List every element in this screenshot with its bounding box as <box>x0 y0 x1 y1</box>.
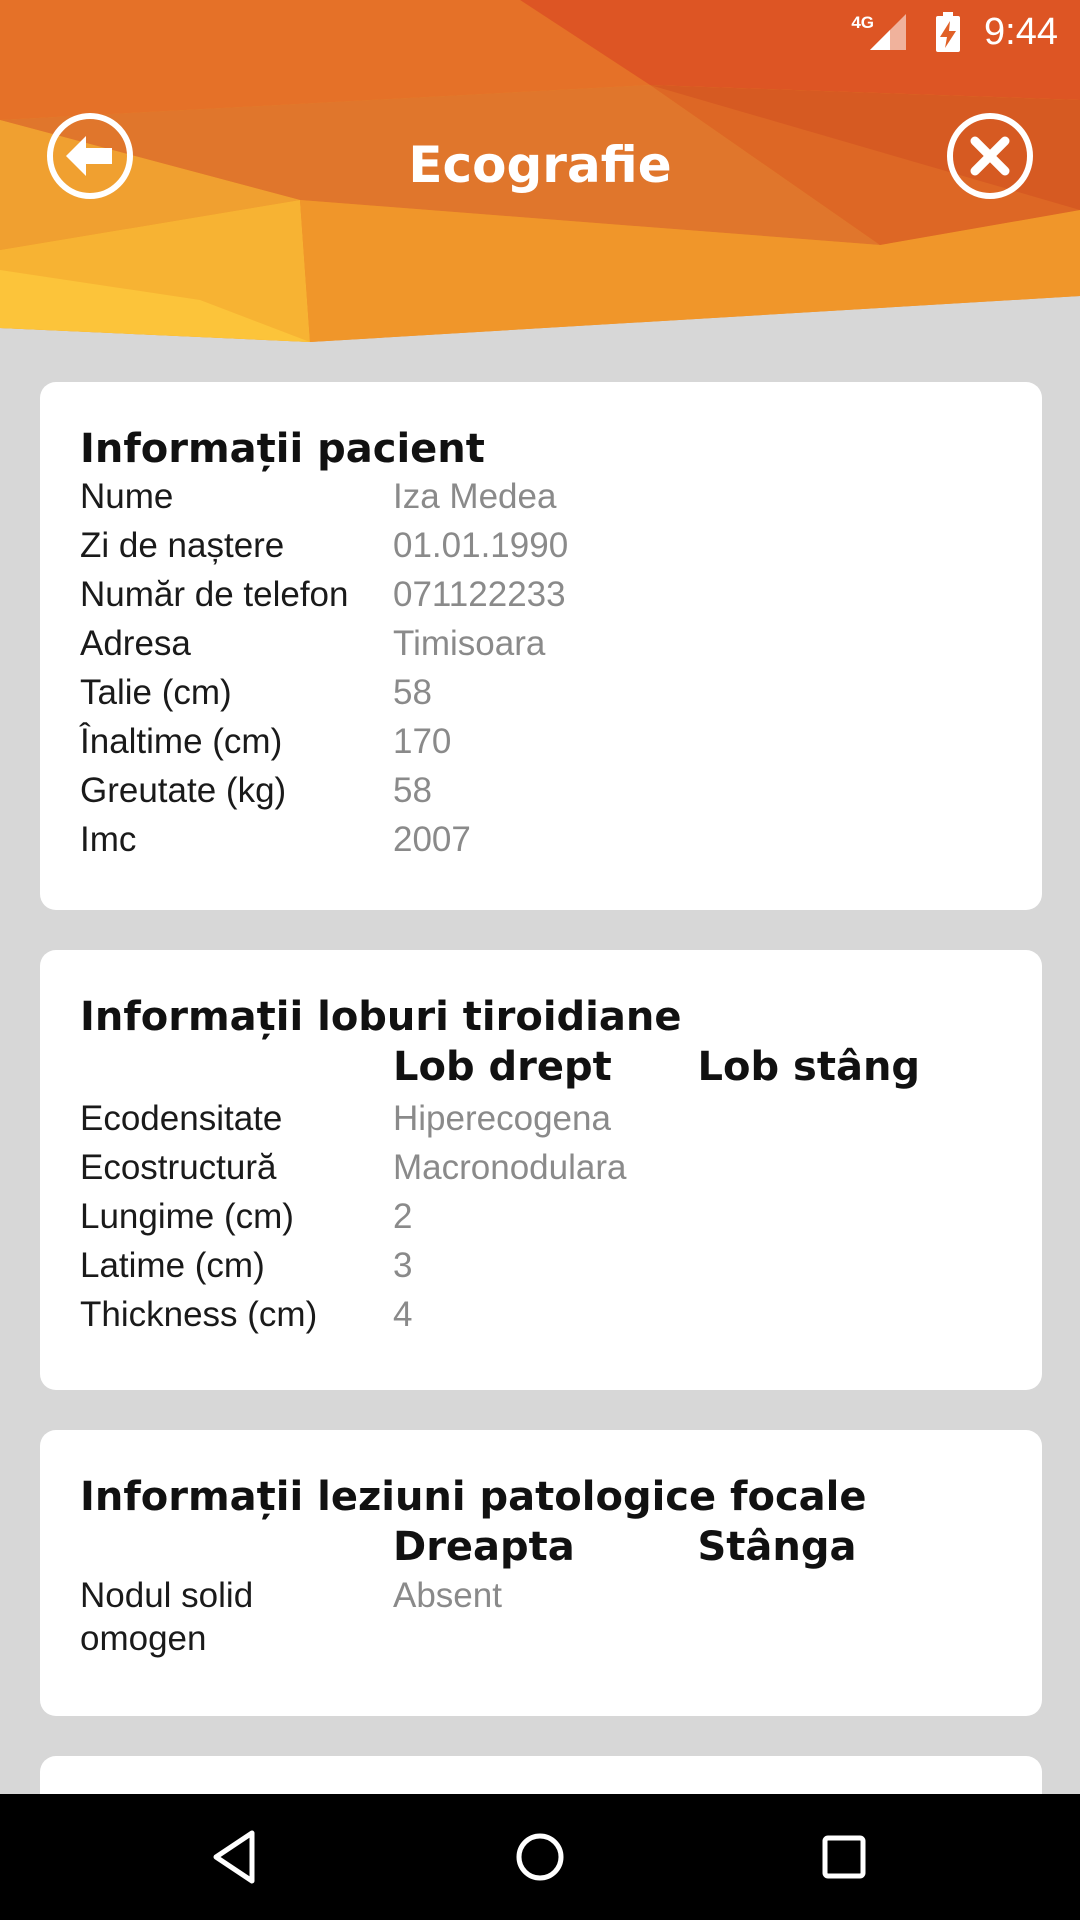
patient-row-weight: Greutate (kg) 58 <box>80 766 1002 815</box>
row-label: Nodul solid omogen <box>80 1576 254 1658</box>
lobes-row-length: Lungime (cm) 2 <box>80 1192 1002 1241</box>
nav-recents-icon[interactable] <box>814 1827 874 1887</box>
patient-row-bmi: Imc 2007 <box>80 815 1002 864</box>
patient-row-height: Înaltime (cm) 170 <box>80 717 1002 766</box>
row-value: Macronodulara <box>393 1148 627 1187</box>
lobes-column-headers: Lob drept Lob stâng <box>80 1040 1002 1094</box>
row-value: 3 <box>393 1246 413 1285</box>
lesions-info-card: Informații leziuni patologice focale Dre… <box>40 1430 1042 1716</box>
row-value: Hiperecogena <box>393 1099 611 1138</box>
row-value: 01.01.1990 <box>393 526 569 565</box>
row-value: 071122233 <box>393 575 566 614</box>
header: 4G 9:44 Ecografie <box>0 0 1080 345</box>
row-label: Adresa <box>80 624 191 663</box>
row-label: Lungime (cm) <box>80 1197 294 1236</box>
row-value: 58 <box>393 771 432 810</box>
nav-back-icon[interactable] <box>206 1827 266 1887</box>
col-right-lobe: Lob drept <box>393 1044 612 1090</box>
system-nav-bar <box>0 1794 1080 1920</box>
lesions-column-headers: Dreapta Stânga <box>80 1520 1002 1574</box>
lobes-info-card: Informații loburi tiroidiane Lob drept L… <box>40 950 1042 1390</box>
row-value: 2 <box>393 1197 413 1236</box>
row-label: Nume <box>80 477 174 516</box>
page-title: Ecografie <box>408 136 672 194</box>
row-value: Iza Medea <box>393 477 557 516</box>
lobes-info-title: Informații loburi tiroidiane <box>80 994 682 1040</box>
lobes-row-thickness: Thickness (cm) 4 <box>80 1290 1002 1339</box>
row-label: Înaltime (cm) <box>80 722 283 761</box>
row-value: 4 <box>393 1295 413 1334</box>
lobes-row-echostructure: Ecostructură Macronodulara <box>80 1143 1002 1192</box>
close-icon <box>947 113 1033 199</box>
lobes-row-echodensity: Ecodensitate Hiperecogena <box>80 1094 1002 1143</box>
row-label: Ecodensitate <box>80 1099 283 1138</box>
col-left-lobe: Lob stâng <box>697 1044 921 1090</box>
lesions-info-title: Informații leziuni patologice focale <box>80 1474 867 1520</box>
row-label: Thickness (cm) <box>80 1295 318 1334</box>
lobes-row-width: Latime (cm) 3 <box>80 1241 1002 1290</box>
row-label: Zi de naștere <box>80 526 285 565</box>
col-right: Dreapta <box>393 1524 575 1570</box>
patient-row-phone: Număr de telefon 071122233 <box>80 570 1002 619</box>
signal-icon <box>870 14 907 50</box>
row-label: Ecostructură <box>80 1148 277 1187</box>
nav-home-icon[interactable] <box>510 1827 570 1887</box>
row-label: Număr de telefon <box>80 575 349 614</box>
patient-row-address: Adresa Timisoara <box>80 619 1002 668</box>
col-left: Stânga <box>697 1524 857 1570</box>
row-value: 58 <box>393 673 432 712</box>
patient-info-card: Informații pacient Nume Iza Medea Zi de n… <box>40 382 1042 910</box>
row-label: Latime (cm) <box>80 1246 265 1285</box>
row-label: Greutate (kg) <box>80 771 287 810</box>
patient-info-title: Informații pacient <box>80 426 485 472</box>
clock: 9:44 <box>984 10 1058 53</box>
row-value: 170 <box>393 722 452 761</box>
row-value: 2007 <box>393 820 471 859</box>
row-value: Timisoara <box>393 624 546 663</box>
close-button[interactable] <box>946 112 1034 200</box>
row-value: Absent <box>393 1576 502 1615</box>
patient-row-waist: Talie (cm) 58 <box>80 668 1002 717</box>
patient-row-name: Nume Iza Medea <box>80 472 1002 521</box>
row-label: Talie (cm) <box>80 673 232 712</box>
lesions-row-solid-nodule: Nodul solid omogen Absent <box>80 1574 1002 1660</box>
battery-charging-icon <box>936 12 961 52</box>
patient-row-birthdate: Zi de naștere 01.01.1990 <box>80 521 1002 570</box>
status-bar: 4G 9:44 <box>0 0 1080 64</box>
row-label: Imc <box>80 820 137 859</box>
